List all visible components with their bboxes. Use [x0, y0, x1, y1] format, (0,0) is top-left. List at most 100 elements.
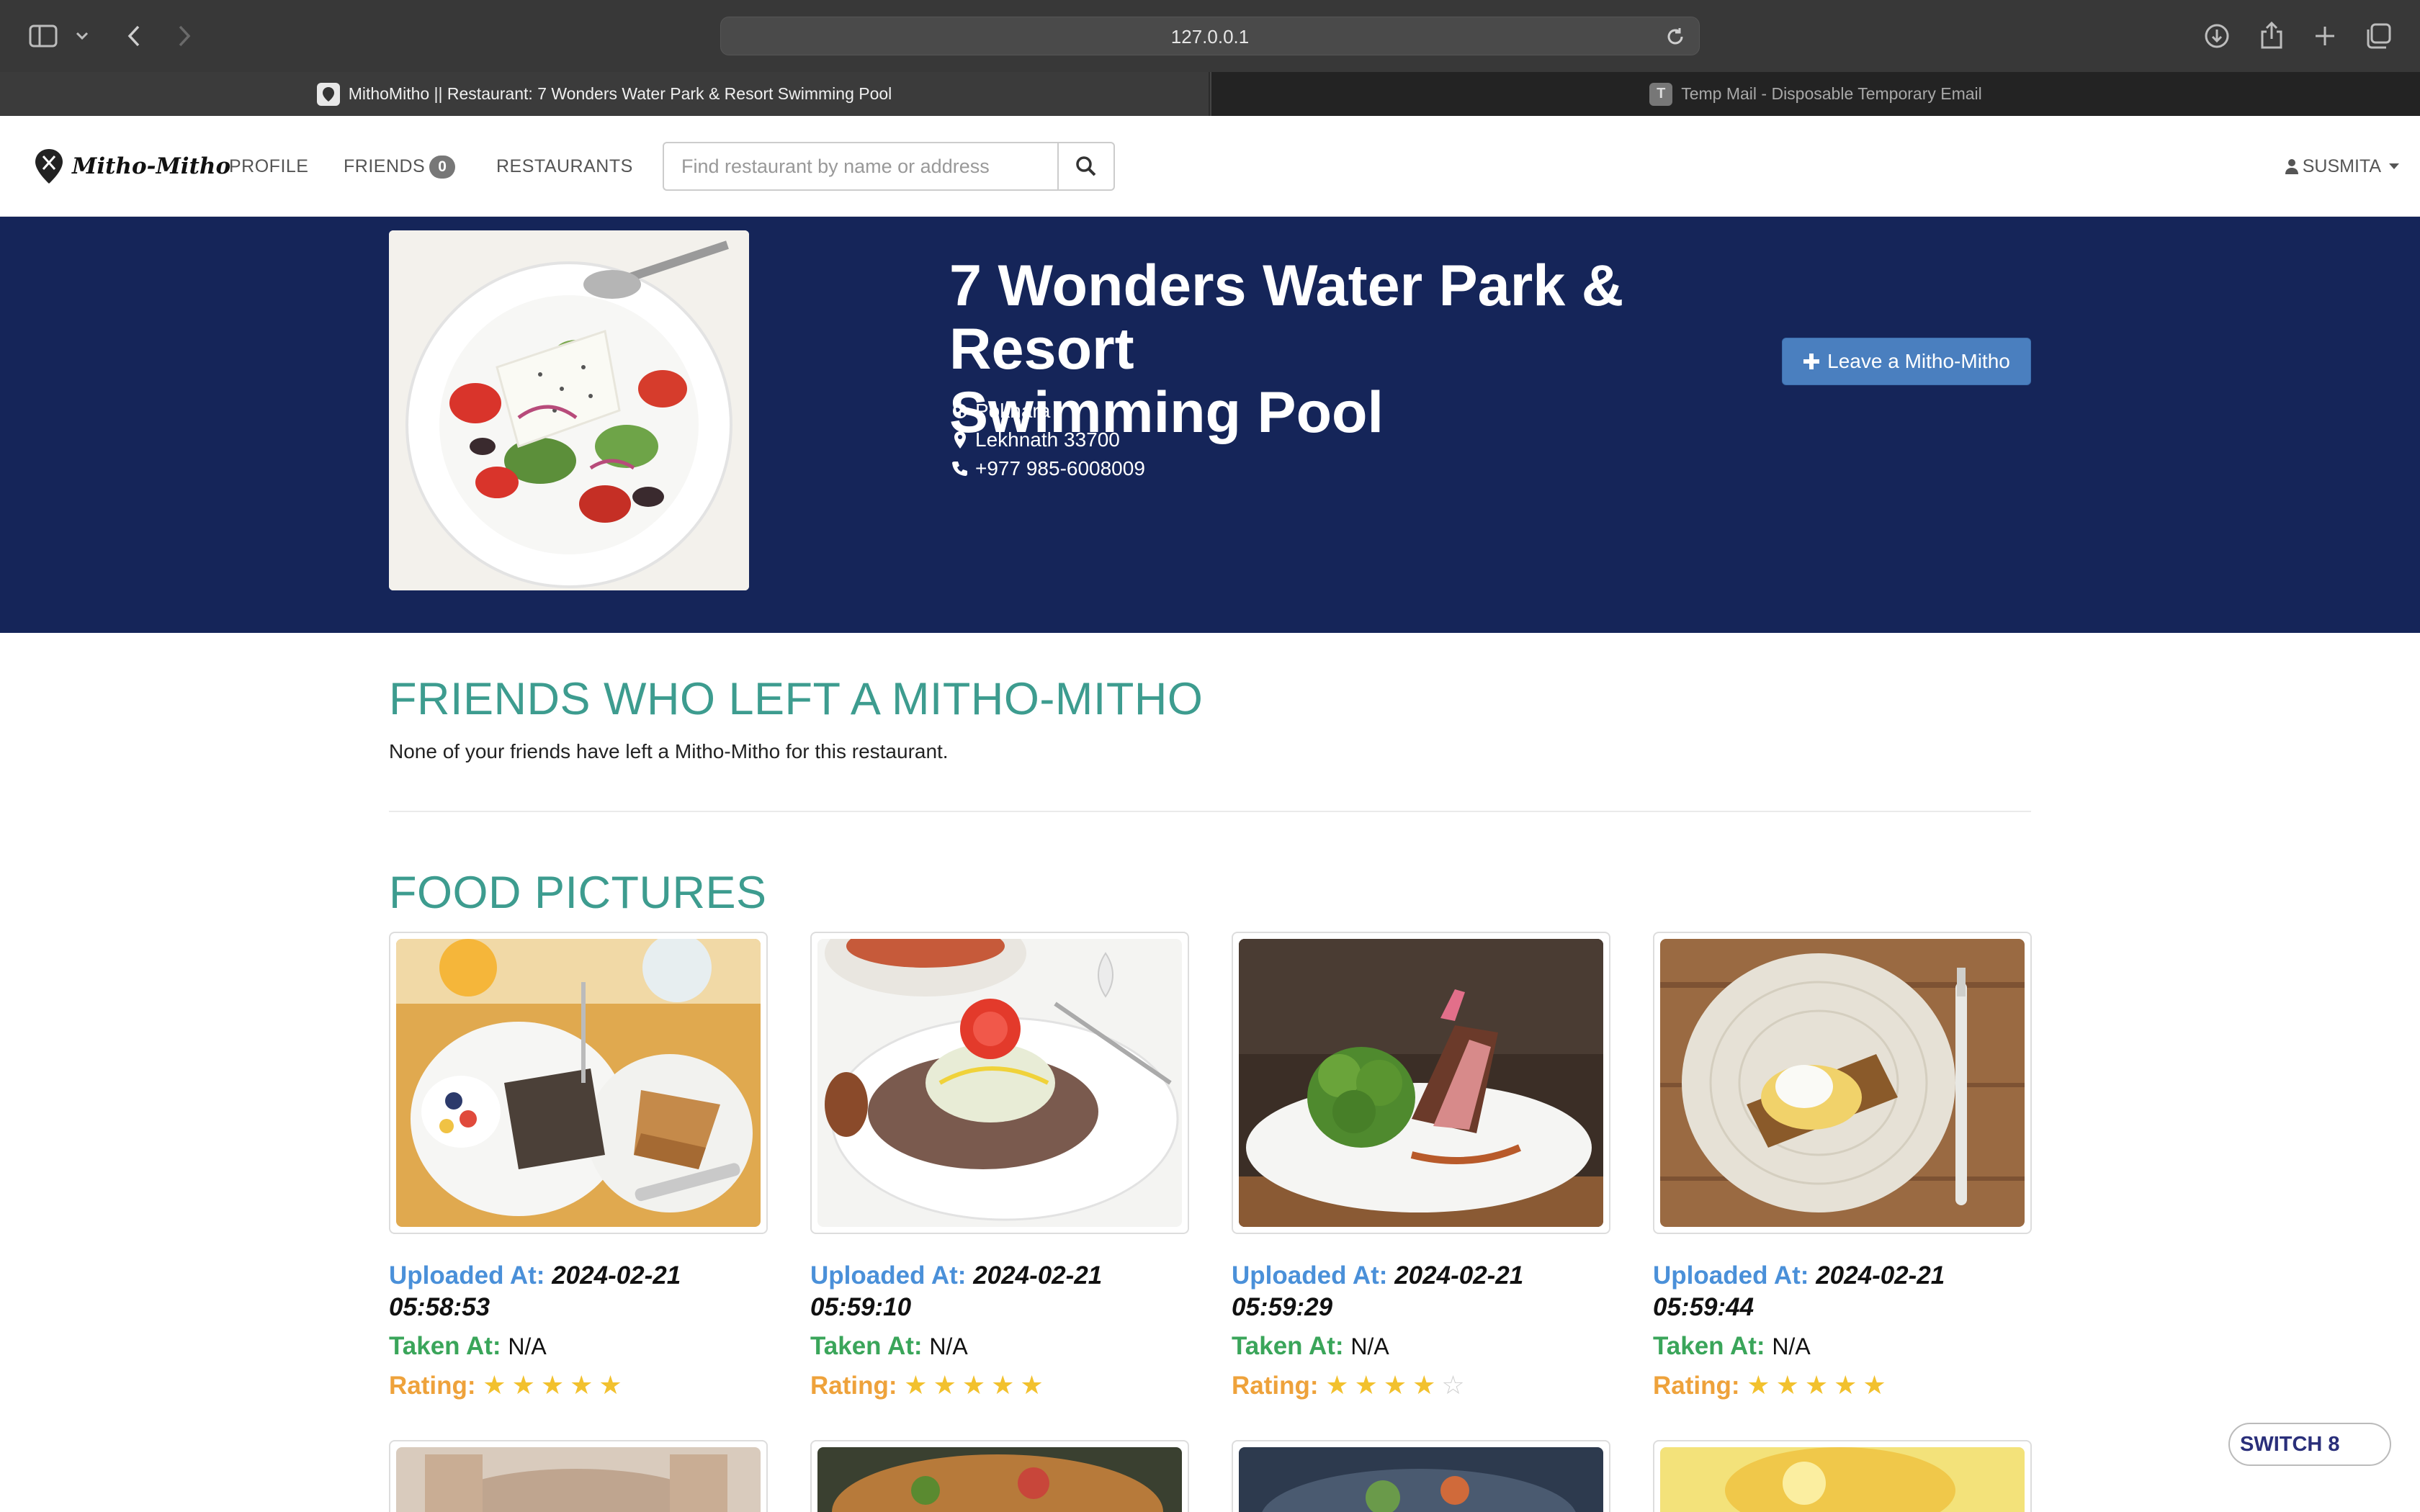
restaurant-address: Lekhnath 33700: [951, 428, 1120, 451]
tab-mithomitho[interactable]: MithoMitho || Restaurant: 7 Wonders Wate…: [0, 72, 1209, 116]
food-pictures-title: FOOD PICTURES: [389, 868, 767, 918]
uploaded-date: 2024-02-21: [973, 1261, 1103, 1290]
star-icon: ★: [1863, 1370, 1892, 1400]
star-icon: ★: [1020, 1370, 1049, 1400]
temp-mail-favicon-icon: T: [1649, 82, 1673, 106]
site-navbar: Mitho-Mitho PROFILE FRIENDS 0 RESTAURANTS…: [0, 116, 2420, 217]
nav-restaurants-link[interactable]: RESTAURANTS: [496, 150, 633, 182]
tab-overview-icon[interactable]: [2364, 22, 2393, 50]
uploaded-time: 05:59:29: [1232, 1293, 1333, 1321]
restaurant-phone: +977 985-6008009: [951, 457, 1145, 480]
share-icon[interactable]: [2257, 20, 2286, 50]
chevron-down-icon[interactable]: [73, 26, 91, 46]
rating-label: Rating:: [1232, 1372, 1319, 1400]
map-marker-icon: [951, 431, 969, 449]
taken-label: Taken At:: [389, 1332, 501, 1360]
star-icon: ★: [1804, 1370, 1834, 1400]
star-icon: ★: [599, 1370, 628, 1400]
food-picture-7[interactable]: [1232, 1440, 1610, 1512]
food-picture-meta-3: Uploaded At: 2024-02-21 05:59:29 Taken A…: [1232, 1260, 1635, 1402]
tab-title: Temp Mail - Disposable Temporary Email: [1681, 84, 1982, 103]
star-icon: ★: [1834, 1370, 1863, 1400]
restaurant-photo: [389, 230, 749, 590]
taken-label: Taken At:: [1232, 1332, 1344, 1360]
uploaded-label: Uploaded At:: [389, 1261, 545, 1290]
food-picture-4[interactable]: [1653, 932, 2032, 1234]
brand-logo-icon: [35, 149, 63, 184]
tab-temp-mail[interactable]: T Temp Mail - Disposable Temporary Email: [1210, 72, 2420, 116]
uploaded-time: 05:59:44: [1653, 1293, 1754, 1321]
sidebar-toggle-icon[interactable]: [27, 22, 59, 50]
star-icon: ★: [1775, 1370, 1805, 1400]
section-divider: [389, 811, 2031, 812]
rating-stars: ★★★★☆: [1325, 1369, 1470, 1401]
search-icon: [1076, 156, 1096, 176]
star-icon: ★: [570, 1370, 599, 1400]
mithomitho-favicon-icon: [316, 82, 340, 106]
friends-section-title: FRIENDS WHO LEFT A MITHO-MITHO: [389, 674, 1204, 724]
uploaded-label: Uploaded At:: [1232, 1261, 1388, 1290]
search-button[interactable]: [1057, 142, 1115, 191]
taken-label: Taken At:: [810, 1332, 923, 1360]
leave-mitho-mitho-button[interactable]: Leave a Mitho-Mitho: [1782, 338, 2031, 385]
restaurant-title: 7 Wonders Water Park & Resort Swimming P…: [949, 254, 1814, 444]
forward-icon[interactable]: [170, 22, 199, 50]
rating-label: Rating:: [1653, 1372, 1740, 1400]
reload-icon[interactable]: [1664, 26, 1686, 48]
tab-strip: MithoMitho || Restaurant: 7 Wonders Wate…: [0, 72, 2420, 116]
taken-value: N/A: [929, 1333, 968, 1359]
nav-profile-link[interactable]: PROFILE: [229, 150, 308, 182]
switch-button[interactable]: SWITCH 8: [2228, 1423, 2391, 1466]
star-icon: ★: [962, 1370, 992, 1400]
search-input[interactable]: Find restaurant by name or address: [663, 142, 1057, 191]
food-picture-1[interactable]: [389, 932, 768, 1234]
phone-text: +977 985-6008009: [975, 457, 1145, 480]
back-icon[interactable]: [120, 22, 148, 50]
nav-friends-link[interactable]: FRIENDS 0: [344, 150, 456, 182]
uploaded-time: 05:59:10: [810, 1293, 912, 1321]
city-text: Pokhara: [975, 400, 1051, 422]
user-icon: [2285, 159, 2298, 174]
uploaded-date: 2024-02-21: [1394, 1261, 1524, 1290]
uploaded-label: Uploaded At:: [810, 1261, 967, 1290]
food-picture-meta-1: Uploaded At: 2024-02-21 05:58:53 Taken A…: [389, 1260, 792, 1402]
uploaded-date: 2024-02-21: [552, 1261, 681, 1290]
restaurant-city: Pokhara: [951, 400, 1050, 423]
restaurant-title-line-1: 7 Wonders Water Park & Resort: [949, 253, 1624, 382]
address-text: Lekhnath 33700: [975, 428, 1120, 451]
taken-value: N/A: [1772, 1333, 1811, 1359]
rating-stars: ★★★★★: [1747, 1369, 1891, 1401]
brand-name: Mitho-Mitho: [72, 153, 231, 179]
star-icon: ★: [1412, 1370, 1442, 1400]
nav-friends-label: FRIENDS: [344, 156, 426, 176]
star-icon: ★: [1325, 1370, 1355, 1400]
food-picture-5[interactable]: [389, 1440, 768, 1512]
star-icon: ★: [1383, 1370, 1413, 1400]
star-icon: ★: [1747, 1370, 1776, 1400]
star-icon: ★: [511, 1370, 541, 1400]
user-menu[interactable]: SUSMITA: [2285, 150, 2400, 182]
url-text: 127.0.0.1: [1170, 26, 1250, 48]
food-picture-2[interactable]: [810, 932, 1189, 1234]
star-icon: ★: [540, 1370, 570, 1400]
address-bar[interactable]: 127.0.0.1: [720, 17, 1700, 55]
friends-empty-text: None of your friends have left a Mitho-M…: [389, 740, 949, 762]
taken-value: N/A: [1350, 1333, 1389, 1359]
restaurant-banner: 7 Wonders Water Park & Resort Swimming P…: [0, 217, 2420, 633]
downloads-icon[interactable]: [2202, 22, 2231, 50]
tab-title: MithoMitho || Restaurant: 7 Wonders Wate…: [348, 84, 892, 103]
food-picture-8[interactable]: [1653, 1440, 2032, 1512]
star-icon: ★: [483, 1370, 512, 1400]
food-picture-6[interactable]: [810, 1440, 1189, 1512]
brand-link[interactable]: Mitho-Mitho: [33, 145, 230, 188]
rating-stars: ★★★★★: [483, 1369, 627, 1401]
rating-label: Rating:: [389, 1372, 476, 1400]
uploaded-label: Uploaded At:: [1653, 1261, 1809, 1290]
leave-button-label: Leave a Mitho-Mitho: [1827, 350, 2010, 372]
phone-icon: [951, 460, 969, 477]
new-tab-icon[interactable]: [2311, 22, 2339, 50]
browser-toolbar: 127.0.0.1: [0, 0, 2420, 72]
food-picture-3[interactable]: [1232, 932, 1610, 1234]
taken-label: Taken At:: [1653, 1332, 1765, 1360]
star-icon: ★: [991, 1370, 1021, 1400]
